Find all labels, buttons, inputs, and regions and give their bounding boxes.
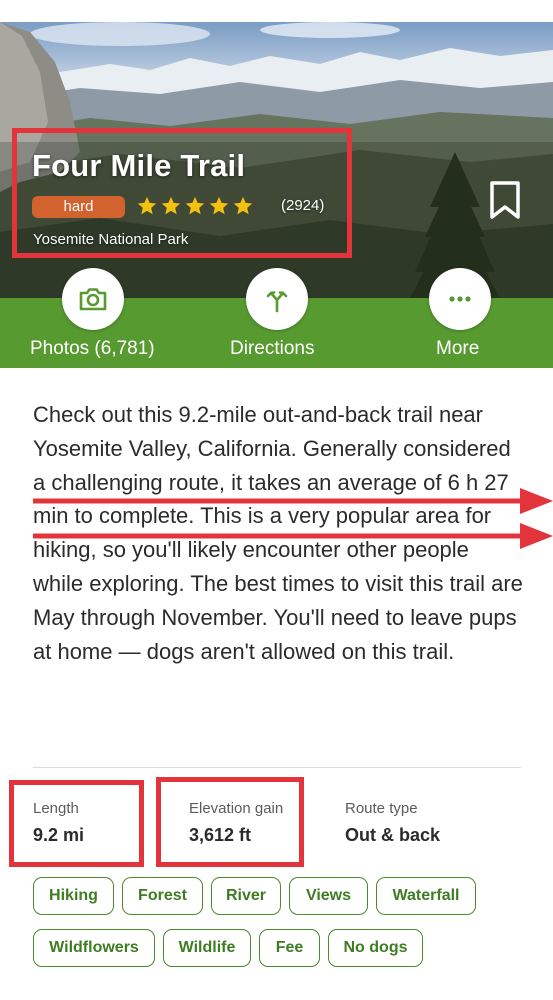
stat-route-value: Out & back (345, 825, 441, 845)
top-strip (0, 0, 553, 22)
more-icon-circle (429, 268, 491, 330)
camera-icon-circle (62, 268, 124, 330)
difficulty-badge: hard (32, 196, 125, 218)
star-icon (209, 196, 229, 215)
tag-fee[interactable]: Fee (259, 929, 320, 967)
annotation-box-length (9, 780, 144, 867)
review-count[interactable]: (2924) (281, 197, 324, 214)
tag-forest[interactable]: Forest (122, 877, 203, 915)
trail-title: Four Mile Trail (32, 148, 246, 183)
more-icon (449, 296, 471, 302)
directions-label: Directions (230, 338, 315, 359)
bookmark-icon (490, 181, 520, 219)
tag-views[interactable]: Views (289, 877, 368, 915)
annotation-arrows (33, 488, 553, 549)
star-icon (233, 196, 253, 215)
star-icon (185, 196, 205, 215)
directions-button[interactable]: Directions (185, 268, 370, 368)
directions-icon (266, 291, 288, 313)
tag-wildlife[interactable]: Wildlife (163, 929, 251, 967)
tag-wildflowers[interactable]: Wildflowers (33, 929, 155, 967)
annotation-box-elevation (156, 777, 304, 867)
photos-label: Photos (6,781) (30, 338, 155, 359)
tag-river[interactable]: River (211, 877, 281, 915)
bookmark-button[interactable] (487, 180, 523, 220)
camera-icon (79, 288, 107, 311)
park-name[interactable]: Yosemite National Park (33, 231, 188, 248)
directions-icon-circle (246, 268, 308, 330)
photos-button[interactable]: Photos (6,781) (0, 268, 185, 368)
rating-stars (136, 195, 254, 217)
more-label: More (436, 338, 480, 359)
star-icon (137, 196, 157, 215)
stat-route-label: Route type (345, 800, 418, 817)
stat-route-type: Route type Out & back (345, 800, 440, 846)
divider (33, 767, 521, 768)
star-icon (161, 196, 181, 215)
more-button[interactable]: More (370, 268, 553, 368)
tag-no-dogs[interactable]: No dogs (328, 929, 423, 967)
tag-waterfall[interactable]: Waterfall (376, 877, 476, 915)
tag-hiking[interactable]: Hiking (33, 877, 114, 915)
